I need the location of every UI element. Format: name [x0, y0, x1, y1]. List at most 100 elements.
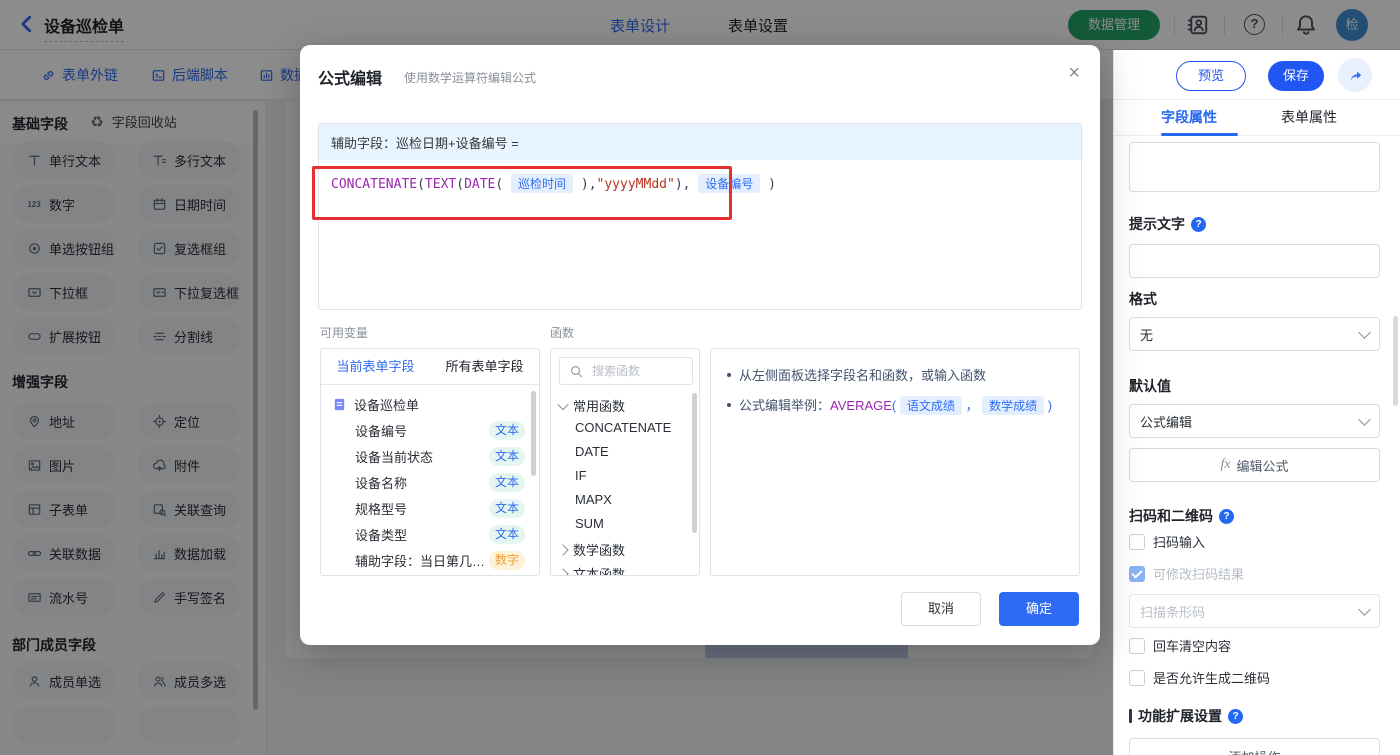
function-group-text[interactable]: 文本函数	[557, 564, 626, 576]
description-input[interactable]	[1129, 142, 1380, 192]
caret-right-icon	[557, 567, 569, 575]
section-bar	[1129, 709, 1132, 723]
allow-qrcode-checkbox[interactable]: 是否允许生成二维码	[1129, 668, 1270, 687]
add-action-button[interactable]: 添加操作	[1129, 738, 1380, 755]
variable-row[interactable]: 规格型号 文本	[321, 495, 539, 521]
scan-barcode-dropdown[interactable]: 扫描条形码	[1129, 594, 1380, 628]
extension-section-label: 功能扩展设置 ?	[1129, 706, 1243, 726]
type-badge: 数字	[489, 550, 525, 570]
tab-current-form-fields[interactable]: 当前表单字段	[321, 349, 430, 384]
modal-overlay-top-right	[1113, 0, 1400, 50]
dropdown-value: 扫描条形码	[1140, 604, 1206, 620]
variable-name: 辅助字段：当日第几次...	[355, 553, 487, 569]
checkbox-label: 可修改扫码结果	[1153, 567, 1245, 582]
help-icon[interactable]: ?	[1219, 508, 1234, 524]
close-icon[interactable]: ×	[1068, 63, 1080, 83]
function-group-math[interactable]: 数学函数	[557, 540, 625, 559]
dropdown-value: 无	[1140, 327, 1154, 343]
variable-row[interactable]: 辅助字段：当日第几次... 数字	[321, 547, 539, 573]
type-badge: 文本	[489, 498, 525, 518]
group-label: 文本函数	[573, 567, 626, 576]
function-search[interactable]	[559, 357, 693, 385]
button-label: 编辑公式	[1236, 458, 1289, 474]
format-dropdown[interactable]: 无	[1129, 317, 1380, 351]
checkbox-icon	[1129, 669, 1145, 686]
function-item[interactable]: DATE	[575, 444, 609, 459]
functions-label: 函数	[550, 326, 575, 340]
variable-row[interactable]: 设备类型 文本	[321, 521, 539, 547]
help-icon[interactable]: ?	[1228, 708, 1243, 724]
label-text: 默认值	[1129, 378, 1171, 394]
scan-input-checkbox[interactable]: 扫码输入	[1129, 532, 1205, 551]
chevron-down-icon	[1358, 325, 1371, 339]
app: 设备巡检单 表单设计 表单设置 数据管理 ? 检 表单外链 后端脚本 数据权限	[0, 0, 1400, 755]
tab-form-properties[interactable]: 表单属性	[1281, 107, 1337, 127]
property-panel: 预览 保存 字段属性 表单属性 提示文字 ? 格式 无 默认值 公式编辑 fx …	[1113, 50, 1400, 755]
paren-token: )	[768, 177, 776, 192]
label-text: 功能扩展设置	[1138, 708, 1222, 724]
function-item[interactable]: IF	[575, 468, 587, 483]
type-badge: 文本	[489, 420, 525, 440]
panel-scrollbar[interactable]	[1393, 316, 1398, 406]
help-panel: 从左侧面板选择字段名和函数，或输入函数 公式编辑举例：AVERAGE( 语文成绩…	[710, 348, 1080, 576]
checkbox-label: 扫码输入	[1153, 535, 1206, 550]
form-doc-icon	[331, 396, 347, 412]
functions-scrollbar[interactable]	[692, 393, 697, 533]
function-group-common[interactable]: 常用函数	[557, 396, 626, 415]
bullet-icon	[727, 403, 731, 407]
share-button[interactable]	[1338, 58, 1372, 92]
paren-token: (	[417, 177, 425, 192]
modal-title: 公式编辑	[318, 71, 383, 88]
variable-row[interactable]: 设备编号 文本	[321, 417, 539, 443]
format-label: 格式	[1129, 289, 1157, 309]
edit-formula-button[interactable]: fx 编辑公式	[1129, 448, 1380, 482]
variable-name: 设备当前状态	[355, 449, 434, 465]
function-item[interactable]: MAPX	[575, 492, 612, 507]
paren-token: (	[456, 177, 465, 192]
variables-scrollbar[interactable]	[531, 391, 536, 476]
function-search-input[interactable]	[590, 363, 684, 379]
confirm-button[interactable]: 确定	[999, 592, 1079, 626]
default-value-label: 默认值	[1129, 376, 1171, 396]
function-item[interactable]: CONCATENATE	[575, 420, 671, 435]
function-token: CONCATENATE	[331, 177, 418, 192]
field-chip: 语文成绩	[899, 396, 962, 415]
variable-name: 规格型号	[355, 501, 408, 517]
checkbox-icon	[1129, 533, 1145, 550]
scan-section-label: 扫码和二维码 ?	[1129, 506, 1234, 526]
bullet-icon	[727, 372, 731, 377]
variable-row[interactable]: 设备名称 文本	[321, 469, 539, 495]
hint-text-input[interactable]	[1129, 244, 1380, 278]
search-icon	[568, 363, 584, 379]
function-item[interactable]: SUM	[575, 516, 604, 531]
default-value-dropdown[interactable]: 公式编辑	[1129, 404, 1380, 438]
paren-token: ),	[580, 177, 597, 192]
field-chip: 数学成绩	[982, 396, 1045, 415]
label-text: 提示文字	[1129, 216, 1185, 232]
cancel-button[interactable]: 取消	[901, 592, 981, 626]
field-chip[interactable]: 巡检时间	[511, 174, 574, 193]
function-token: AVERAGE	[830, 398, 892, 413]
tab-all-form-fields[interactable]: 所有表单字段	[430, 349, 539, 384]
paren-token: (	[495, 177, 504, 192]
variable-row[interactable]: 设备当前状态 文本	[321, 443, 539, 469]
caret-right-icon	[557, 543, 569, 556]
preview-button[interactable]: 预览	[1176, 61, 1246, 91]
save-button[interactable]: 保存	[1268, 61, 1324, 91]
caret-down-icon	[557, 398, 569, 410]
tree-form-node[interactable]: 设备巡检单	[321, 391, 539, 417]
checkbox-checked-icon	[1129, 565, 1145, 582]
enter-clear-checkbox[interactable]: 回车清空内容	[1129, 636, 1231, 655]
modify-scan-result-checkbox[interactable]: 可修改扫码结果	[1129, 564, 1244, 583]
paren-token: ),	[674, 177, 691, 192]
help-icon[interactable]: ?	[1191, 216, 1206, 232]
group-label: 常用函数	[573, 399, 626, 414]
function-token: TEXT	[424, 177, 457, 192]
formula-input-area[interactable]: CONCATENATE(TEXT(DATE( 巡检时间 ),"yyyyMMdd"…	[319, 160, 1081, 207]
checkbox-label: 是否允许生成二维码	[1153, 671, 1271, 686]
formula-editor-modal: 公式编辑 使用数学运算符编辑公式 × 辅助字段：巡检日期+设备编号 = CONC…	[300, 45, 1100, 645]
formula-editor-box: 辅助字段：巡检日期+设备编号 = CONCATENATE(TEXT(DATE( …	[318, 123, 1082, 310]
variables-label: 可用变量	[320, 326, 369, 340]
tab-field-properties[interactable]: 字段属性	[1161, 107, 1217, 127]
field-chip[interactable]: 设备编号	[698, 174, 761, 193]
